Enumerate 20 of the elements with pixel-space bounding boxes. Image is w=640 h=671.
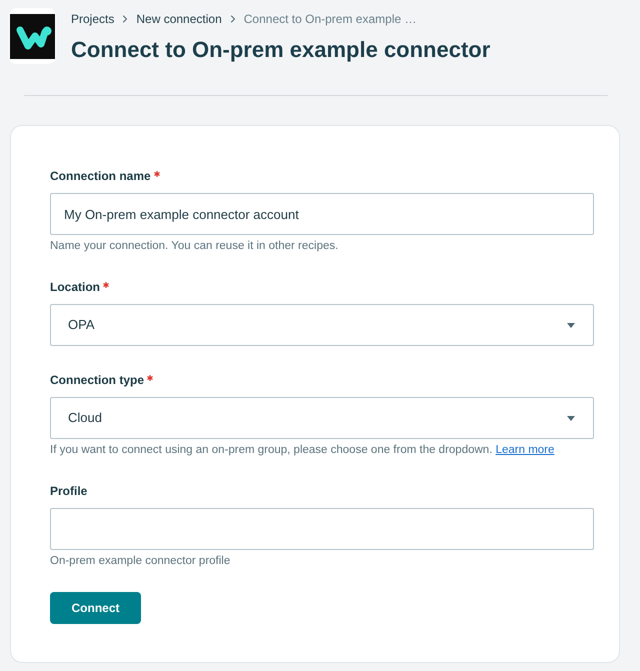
page-title: Connect to On-prem example connector xyxy=(71,36,490,64)
caret-down-icon xyxy=(567,322,575,328)
dropdown-select[interactable]: Cloud xyxy=(50,397,594,439)
dropdown-select[interactable]: OPA xyxy=(50,304,594,346)
text-input[interactable] xyxy=(50,508,594,550)
text-input[interactable]: My On-prem example connector account xyxy=(50,193,594,235)
logo-icon xyxy=(9,8,56,64)
field-label: Profile xyxy=(50,483,88,499)
help-text: If you want to connect using an on-prem group, please choose one from the dropdown. Learn more xyxy=(50,443,556,457)
breadcrumb-link[interactable]: Projects xyxy=(71,10,114,28)
connect-button[interactable]: Connect xyxy=(50,592,141,624)
learn-more-link[interactable]: Learn more xyxy=(496,444,554,456)
field-label: Location xyxy=(50,279,100,295)
caret-down-icon xyxy=(567,416,575,420)
field-label: Connection name xyxy=(50,168,151,184)
breadcrumb-link[interactable]: New connection xyxy=(136,10,222,28)
help-text: On-prem example connector profile xyxy=(50,554,232,568)
current-page-crumb: Connect to On-prem example … xyxy=(244,11,416,28)
field-label: Connection type xyxy=(50,372,144,388)
help-text: Name your connection. You can reuse it in other recipes. xyxy=(50,239,340,253)
